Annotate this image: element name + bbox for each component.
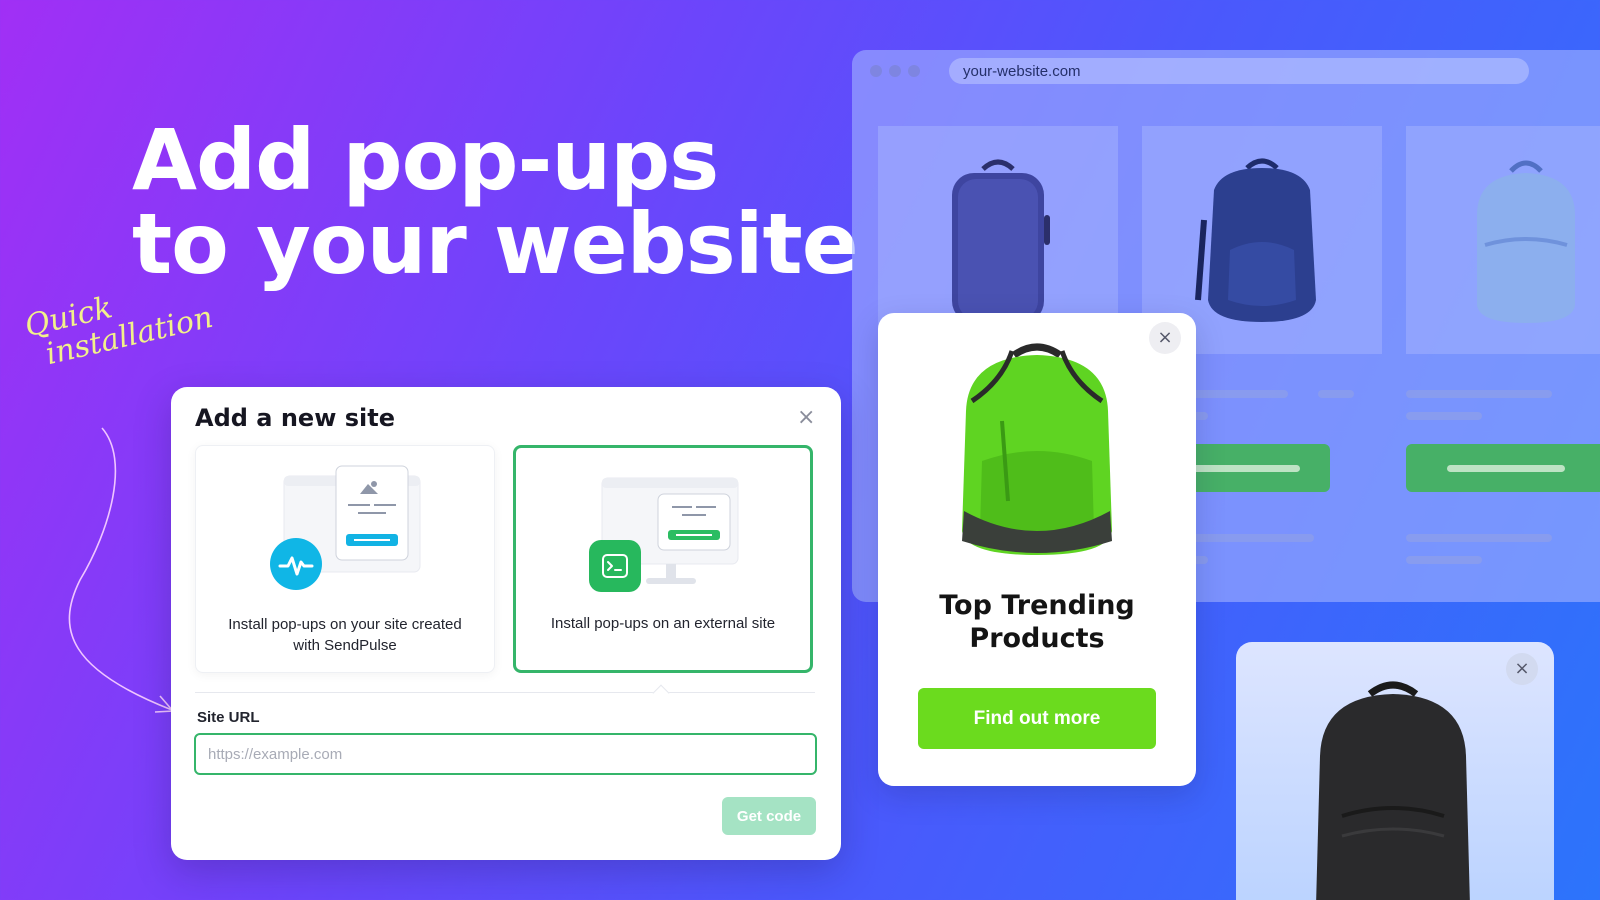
navy-backpack-icon: [952, 159, 1050, 323]
popup-title: Top Trending Products: [939, 590, 1135, 654]
site-url-label: Site URL: [197, 709, 260, 726]
product-popup: × Top Trending Products Find out more: [878, 313, 1196, 786]
black-backpack-icon: [1316, 681, 1470, 900]
browser-toolbar: your-website.com: [852, 50, 1600, 92]
popup-close-icon[interactable]: ×: [1149, 322, 1181, 354]
option-sendpulse-site[interactable]: Install pop-ups on your site created wit…: [195, 445, 495, 673]
secondary-popup-card: ×: [1236, 642, 1554, 900]
light-blue-backpack-icon: [1477, 160, 1575, 323]
address-bar[interactable]: your-website.com: [949, 58, 1529, 84]
green-backpack-icon: [962, 343, 1112, 555]
blue-backpack-icon: [1195, 158, 1316, 322]
hero-headline: Add pop-ups to your website: [132, 111, 859, 293]
window-dot-icon: [889, 65, 901, 77]
get-code-button[interactable]: Get code: [722, 797, 816, 835]
option-label: Install pop-ups on your site created wit…: [228, 616, 462, 654]
placeholder-line: [1406, 534, 1552, 542]
add-site-dialog: Add a new site × Install pop-ups on your…: [171, 387, 841, 860]
dialog-close-icon[interactable]: ×: [797, 405, 815, 430]
product-button[interactable]: [1406, 444, 1600, 492]
dialog-divider: [195, 692, 815, 693]
card-close-icon[interactable]: ×: [1506, 653, 1538, 685]
placeholder-line: [1406, 556, 1482, 564]
headline-line-1: Add pop-ups: [132, 111, 719, 209]
placeholder-line: [1406, 412, 1482, 420]
sendpulse-pulse-icon: [270, 538, 322, 590]
window-dot-icon: [870, 65, 882, 77]
find-out-more-button[interactable]: Find out more: [918, 688, 1156, 749]
window-dot-icon: [908, 65, 920, 77]
option-external-site[interactable]: Install pop-ups on an external site: [513, 445, 813, 673]
curved-arrow-icon: [68, 427, 175, 713]
quick-installation-note: Quick installation: [22, 271, 217, 375]
selection-pointer: [652, 684, 670, 702]
option-label: Install pop-ups on an external site: [550, 615, 776, 632]
dialog-title: Add a new site: [195, 404, 395, 432]
placeholder-line: [1318, 390, 1354, 398]
terminal-icon: [589, 540, 641, 592]
site-url-input[interactable]: [194, 733, 817, 775]
headline-line-2: to your website: [132, 195, 859, 293]
placeholder-line: [1406, 390, 1552, 398]
address-bar-url: your-website.com: [963, 62, 1081, 80]
product-image-3: [1406, 126, 1600, 354]
